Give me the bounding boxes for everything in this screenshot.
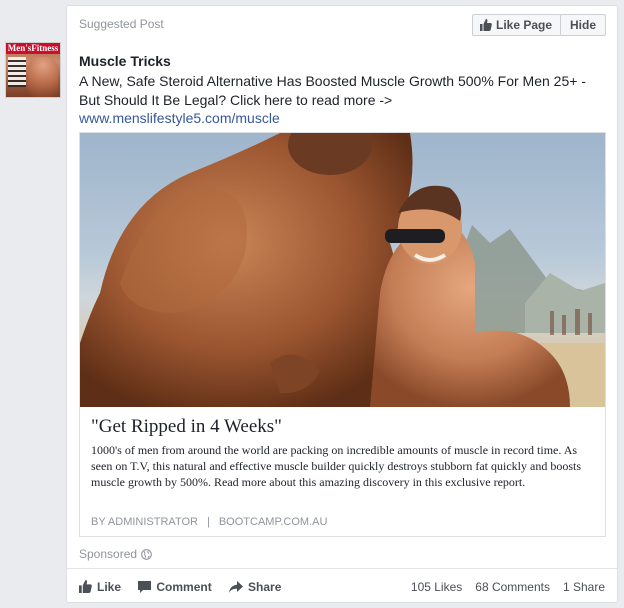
- share-label: Share: [248, 580, 282, 594]
- likes-count[interactable]: 105 Likes: [411, 580, 462, 594]
- avatar-cover-lines: [8, 57, 26, 87]
- attachment-title[interactable]: "Get Ripped in 4 Weeks": [91, 416, 282, 438]
- like-label: Like: [97, 580, 122, 594]
- attachment-domain: BOOTCAMP.COM.AU: [218, 516, 328, 528]
- post-url-link[interactable]: www.menslifestyle5.com/muscle: [79, 110, 280, 126]
- attachment-description: 1000's of men from around the world are …: [91, 443, 582, 489]
- share-arrow-icon: [229, 581, 244, 593]
- hide-button[interactable]: Hide: [560, 14, 606, 36]
- attachment-meta: BY ADMINISTRATOR | BOOTCAMP.COM.AU: [91, 516, 327, 528]
- thumbs-up-icon: [480, 19, 492, 31]
- page-name-link[interactable]: Muscle Tricks: [79, 53, 171, 69]
- comment-icon: [138, 581, 152, 593]
- thumbs-up-icon: [79, 580, 92, 593]
- avatar-cover-model: [28, 57, 58, 97]
- avatar-masthead: Men'sFitness: [6, 43, 60, 54]
- comments-count[interactable]: 68 Comments: [475, 580, 550, 594]
- beach-photo-illustration: [80, 133, 605, 407]
- suggested-post-label: Suggested Post: [79, 17, 164, 31]
- share-button[interactable]: Share: [229, 580, 281, 594]
- link-attachment[interactable]: "Get Ripped in 4 Weeks" 1000's of men fr…: [79, 132, 606, 537]
- suggested-post-card: Suggested Post Like Page Hide Muscle Tri…: [66, 5, 618, 603]
- like-page-button[interactable]: Like Page: [472, 14, 561, 36]
- sponsored-text: Sponsored: [79, 547, 138, 561]
- shares-count[interactable]: 1 Share: [563, 580, 605, 594]
- attachment-photo[interactable]: [80, 133, 605, 407]
- engagement-counts: 105 Likes 68 Comments 1 Share: [398, 580, 605, 594]
- like-page-label: Like Page: [496, 18, 553, 32]
- like-button[interactable]: Like: [79, 580, 121, 594]
- sponsored-label: Sponsored: [79, 547, 152, 561]
- action-bar-divider: [67, 568, 617, 569]
- meta-separator: |: [206, 516, 210, 528]
- comment-label: Comment: [156, 580, 212, 594]
- globe-icon: [141, 549, 152, 560]
- page-avatar[interactable]: Men'sFitness: [5, 42, 61, 98]
- comment-button[interactable]: Comment: [138, 580, 212, 594]
- post-action-bar: Like Comment Share: [79, 580, 295, 594]
- post-text: A New, Safe Steroid Alternative Has Boos…: [79, 73, 586, 108]
- attachment-author: BY ADMINISTRATOR: [91, 516, 198, 528]
